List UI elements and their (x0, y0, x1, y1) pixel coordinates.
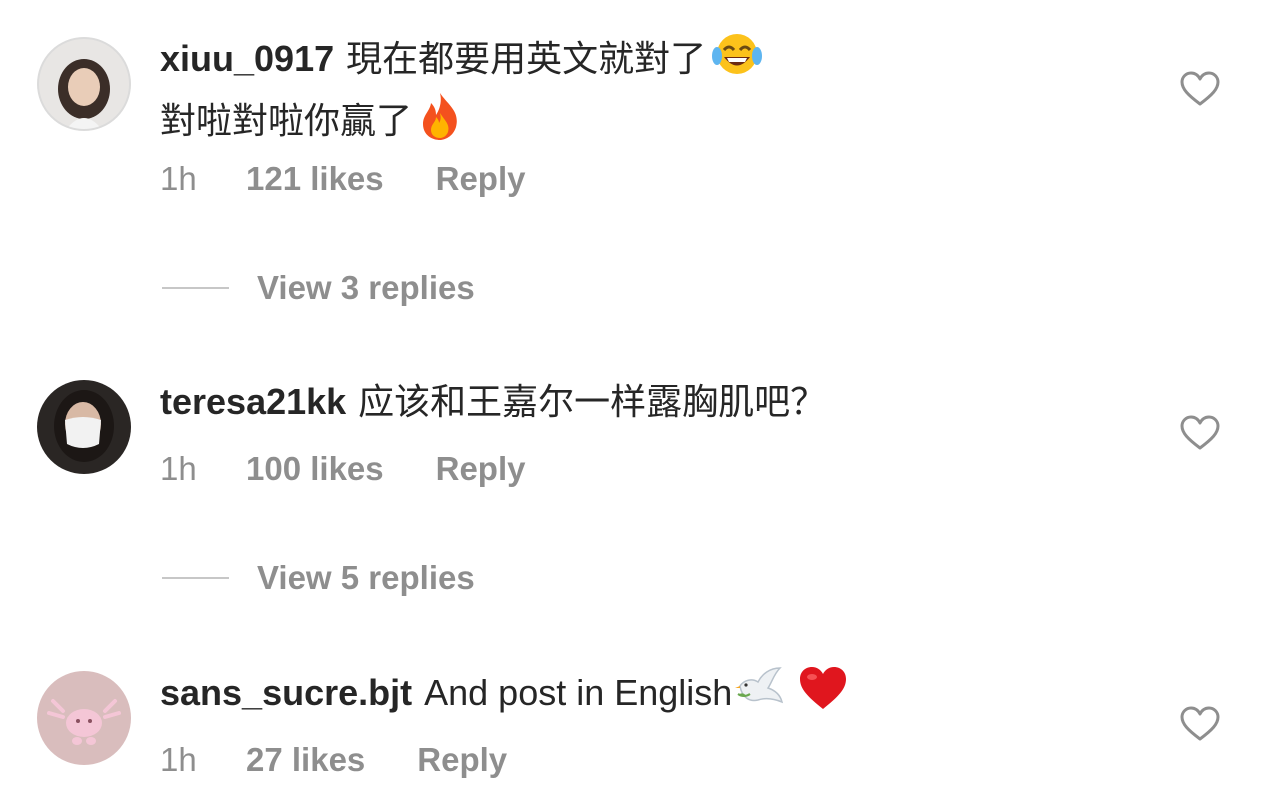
view-replies-label: View 5 replies (257, 559, 475, 596)
like-count[interactable]: 27 likes (246, 741, 365, 779)
comment-body: xiuu_0917 現在都要用英文就對了 對啦對啦你贏了 (160, 31, 763, 156)
avatar[interactable] (37, 37, 131, 131)
divider (162, 577, 229, 579)
comment-body: sans_sucre.bjt And post in English (160, 664, 848, 727)
comment-text: And post in English (424, 672, 733, 714)
comment-meta: 1h 121 likes Reply (160, 160, 526, 198)
red-heart-icon (798, 665, 848, 726)
avatar-image (37, 380, 131, 474)
comment-body: teresa21kk 应该和王嘉尔一样露胸肌吧？ (160, 374, 826, 429)
dove-icon (734, 664, 786, 727)
avatar[interactable] (37, 671, 131, 765)
comment-text: 应该和王嘉尔一样露胸肌吧？ (358, 381, 827, 422)
comment-meta: 1h 100 likes Reply (160, 450, 526, 488)
like-count[interactable]: 100 likes (246, 450, 384, 488)
like-count[interactable]: 121 likes (246, 160, 384, 198)
comment-username[interactable]: teresa21kk (160, 381, 346, 422)
comment-time: 1h (160, 741, 197, 778)
comment-time: 1h (160, 160, 197, 197)
divider (162, 287, 229, 289)
view-replies-button[interactable]: View 3 replies (162, 269, 475, 307)
reply-button[interactable]: Reply (436, 160, 526, 198)
comment-text: 對啦對啦你贏了 (160, 100, 413, 141)
comment-username[interactable]: sans_sucre.bjt (160, 672, 412, 713)
face-with-tears-of-joy-icon (712, 32, 763, 91)
avatar-image (37, 671, 131, 765)
heart-outline-icon[interactable] (1180, 415, 1220, 451)
fire-icon (418, 91, 462, 156)
view-replies-label: View 3 replies (257, 269, 475, 306)
reply-button[interactable]: Reply (436, 450, 526, 488)
comment-text: 現在都要用英文就對了 (346, 38, 707, 79)
avatar[interactable] (37, 380, 131, 474)
comment-meta: 1h 27 likes Reply (160, 741, 507, 779)
comment-time: 1h (160, 450, 197, 487)
view-replies-button[interactable]: View 5 replies (162, 559, 475, 597)
heart-outline-icon[interactable] (1180, 71, 1220, 107)
avatar-image (37, 37, 131, 131)
reply-button[interactable]: Reply (417, 741, 507, 779)
heart-outline-icon[interactable] (1180, 706, 1220, 742)
comment-username[interactable]: xiuu_0917 (160, 38, 334, 79)
